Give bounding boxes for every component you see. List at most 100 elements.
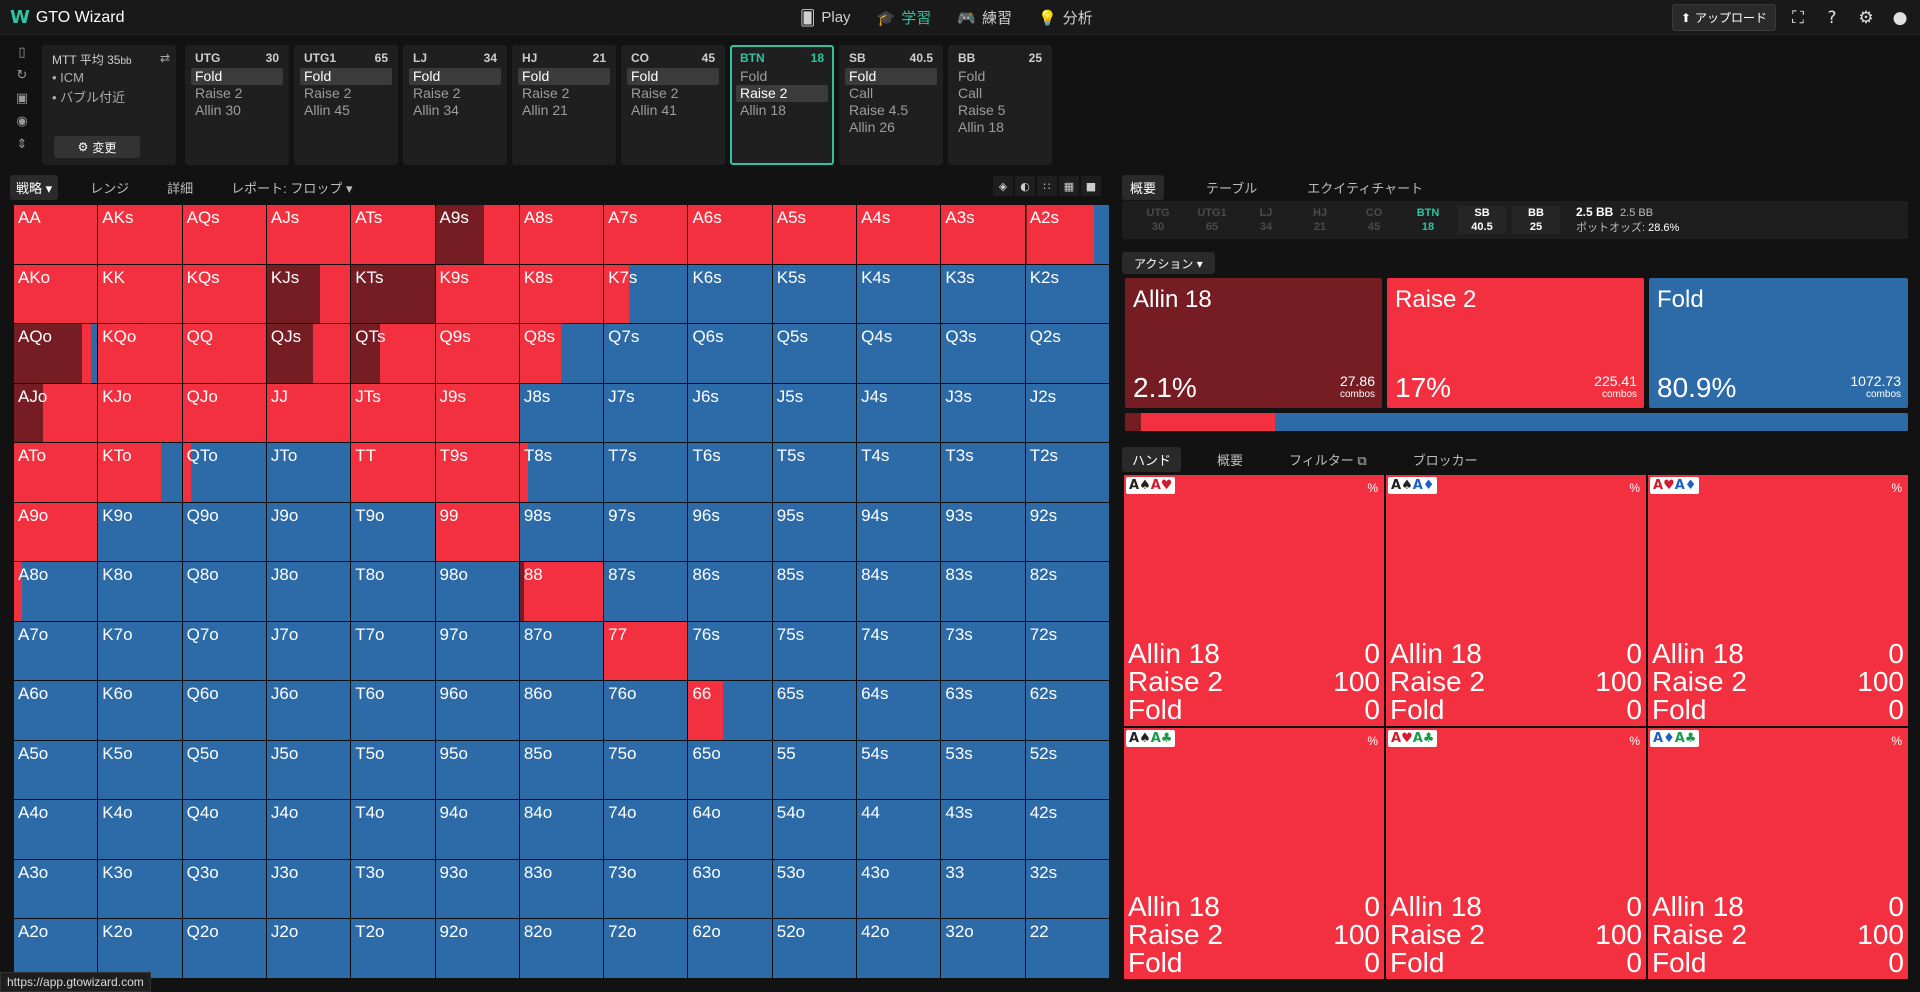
hand-cell-T8s[interactable]: T8s (519, 443, 604, 502)
position-card-sb[interactable]: SB 40.5 Fold Call Raise 4.5 Allin 26 (839, 45, 943, 165)
hand-cell-QTs[interactable]: QTs (351, 324, 435, 383)
hand-cell-73o[interactable]: 73o (604, 859, 688, 919)
hand-cell-82s[interactable]: 82s (1025, 562, 1109, 621)
hand-cell-KTs[interactable]: KTs (351, 264, 435, 324)
hand-cell-82o[interactable]: 82o (519, 919, 604, 978)
hand-cell-A9o[interactable]: A9o (14, 502, 98, 562)
hand-cell-J6o[interactable]: J6o (266, 681, 351, 740)
hand-cell-K3o[interactable]: K3o (98, 859, 182, 919)
hand-cell-AQs[interactable]: AQs (182, 205, 266, 264)
position-card-btn[interactable]: BTN 18 Fold Raise 2 Allin 18 (730, 45, 834, 165)
hand-cell-J2s[interactable]: J2s (1025, 383, 1109, 443)
hand-cell-72s[interactable]: 72s (1025, 621, 1109, 681)
hand-cell-AA[interactable]: AA (14, 205, 98, 264)
hand-cell-QJs[interactable]: QJs (266, 324, 351, 383)
hand-cell-J7s[interactable]: J7s (604, 383, 688, 443)
hand-cell-74o[interactable]: 74o (604, 800, 688, 859)
hand-cell-A4o[interactable]: A4o (14, 800, 98, 859)
hand-cell-64s[interactable]: 64s (857, 681, 941, 740)
hand-cell-66[interactable]: 66 (688, 681, 772, 740)
hand-cell-K8o[interactable]: K8o (98, 562, 182, 621)
position-action[interactable]: Raise 4.5 (845, 102, 937, 119)
strip-co[interactable]: CO 45 (1350, 206, 1398, 234)
hand-cell-QQ[interactable]: QQ (182, 324, 266, 383)
hand-cell-94o[interactable]: 94o (435, 800, 519, 859)
position-action[interactable]: Allin 45 (300, 102, 392, 119)
hand-cell-Q8o[interactable]: Q8o (182, 562, 266, 621)
hand-cell-63s[interactable]: 63s (941, 681, 1025, 740)
hand-cell-ATo[interactable]: ATo (14, 443, 98, 502)
position-action[interactable]: Allin 18 (736, 102, 828, 119)
position-card-lj[interactable]: LJ 34 Fold Raise 2 Allin 34 (403, 45, 507, 165)
hand-cell-53o[interactable]: 53o (772, 859, 857, 919)
hand-cell-87s[interactable]: 87s (604, 562, 688, 621)
position-action[interactable]: Raise 2 (518, 85, 610, 102)
change-button[interactable]: ⚙ 変更 (54, 136, 140, 158)
hand-cell-A6s[interactable]: A6s (688, 205, 772, 264)
bookmark-icon[interactable]: ▯ (10, 45, 34, 64)
position-action[interactable]: Fold (518, 68, 610, 85)
hand-cell-A9s[interactable]: A9s (435, 205, 519, 264)
hand-cell-Q9o[interactable]: Q9o (182, 502, 266, 562)
hand-cell-AKs[interactable]: AKs (98, 205, 182, 264)
hand-cell-K4s[interactable]: K4s (857, 264, 941, 324)
position-action[interactable]: Fold (845, 68, 937, 85)
hand-cell-98s[interactable]: 98s (519, 502, 604, 562)
hand-cell-96s[interactable]: 96s (688, 502, 772, 562)
hand-cell-Q3s[interactable]: Q3s (941, 324, 1025, 383)
hand-cell-ATs[interactable]: ATs (351, 205, 435, 264)
hand-cell-AJs[interactable]: AJs (266, 205, 351, 264)
action-card-0[interactable]: Allin 18 2.1% 27.86 combos (1125, 278, 1382, 408)
hand-cell-J3s[interactable]: J3s (941, 383, 1025, 443)
position-action[interactable]: Fold (191, 68, 283, 85)
hand-cell-K5o[interactable]: K5o (98, 740, 182, 800)
hand-cell-K6o[interactable]: K6o (98, 681, 182, 740)
view-grid-icon[interactable]: ▦ (1059, 176, 1079, 196)
hand-cell-A8s[interactable]: A8s (519, 205, 604, 264)
hand-cell-A3s[interactable]: A3s (941, 205, 1025, 264)
hand-cell-K2o[interactable]: K2o (98, 919, 182, 978)
help-icon[interactable]: ? (1820, 6, 1844, 30)
hand-cell-T7s[interactable]: T7s (604, 443, 688, 502)
hand-cell-43s[interactable]: 43s (941, 800, 1025, 859)
hand-cell-K5s[interactable]: K5s (772, 264, 857, 324)
position-card-bb[interactable]: BB 25 Fold Call Raise 5 Allin 18 (948, 45, 1052, 165)
nav-学習[interactable]: 🎓 学習 (877, 7, 932, 28)
hand-cell-KTo[interactable]: KTo (98, 443, 182, 502)
strip-bb[interactable]: BB 25 (1512, 206, 1560, 234)
position-card-hj[interactable]: HJ 21 Fold Raise 2 Allin 21 (512, 45, 616, 165)
view-3d-icon[interactable]: ◈ (993, 176, 1013, 196)
hand-cell-J2o[interactable]: J2o (266, 919, 351, 978)
hand-cell-Q9s[interactable]: Q9s (435, 324, 519, 383)
hand-cell-Q5o[interactable]: Q5o (182, 740, 266, 800)
hand-cell-77[interactable]: 77 (604, 621, 688, 681)
hand-cell-T5s[interactable]: T5s (772, 443, 857, 502)
hand-cell-32s[interactable]: 32s (1025, 859, 1109, 919)
hand-cell-84o[interactable]: 84o (519, 800, 604, 859)
tab-left-2[interactable]: 詳細 (161, 175, 199, 200)
action-dropdown[interactable]: アクション ▾ (1122, 252, 1215, 274)
hand-cell-T3s[interactable]: T3s (941, 443, 1025, 502)
hand-cell-85s[interactable]: 85s (772, 562, 857, 621)
hand-cell-A2s[interactable]: A2s (1025, 205, 1109, 264)
position-action[interactable]: Raise 2 (300, 85, 392, 102)
hand-cell-K3s[interactable]: K3s (941, 264, 1025, 324)
hand-cell-52o[interactable]: 52o (772, 919, 857, 978)
position-action[interactable]: Allin 34 (409, 102, 501, 119)
hand-cell-22[interactable]: 22 (1025, 919, 1109, 978)
hand-cell-J9o[interactable]: J9o (266, 502, 351, 562)
hand-cell-99[interactable]: 99 (435, 502, 519, 562)
view-small-grid-icon[interactable]: ∷ (1037, 176, 1057, 196)
combo-card[interactable]: A♠A♥% Allin 18 0 Raise 2 100 Fold 0 (1124, 475, 1384, 726)
hand-cell-Q6s[interactable]: Q6s (688, 324, 772, 383)
hand-cell-A6o[interactable]: A6o (14, 681, 98, 740)
hand-cell-55[interactable]: 55 (772, 740, 857, 800)
combo-card[interactable]: A♦A♣% Allin 18 0 Raise 2 100 Fold 0 (1648, 728, 1908, 979)
hand-cell-76o[interactable]: 76o (604, 681, 688, 740)
hand-cell-92s[interactable]: 92s (1025, 502, 1109, 562)
hand-cell-K7o[interactable]: K7o (98, 621, 182, 681)
hand-cell-KQo[interactable]: KQo (98, 324, 182, 383)
position-action[interactable]: Call (845, 85, 937, 102)
position-action[interactable]: Raise 2 (191, 85, 283, 102)
hand-cell-74s[interactable]: 74s (857, 621, 941, 681)
